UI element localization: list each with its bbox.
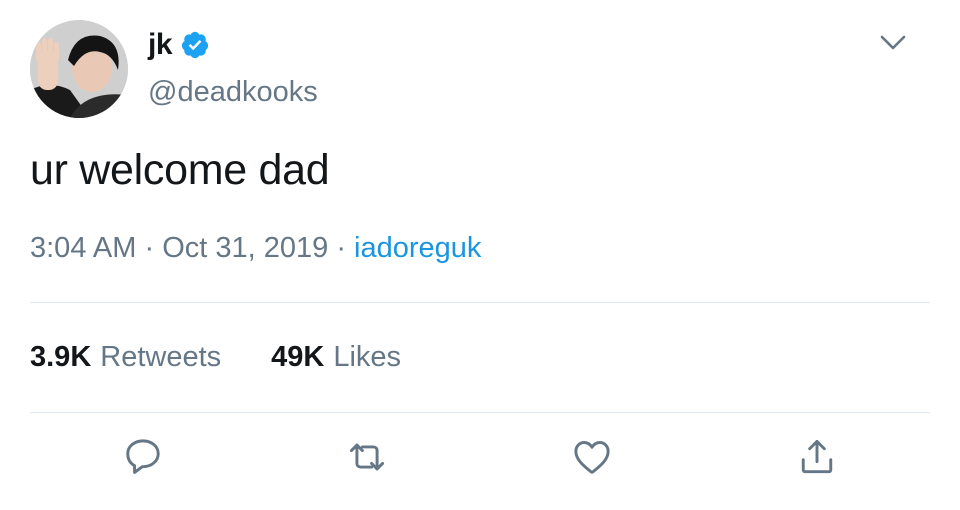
share-button[interactable] [794, 434, 840, 480]
chevron-down-icon [880, 35, 906, 50]
tweet-stats: 3.9K Retweets 49K Likes [30, 341, 401, 374]
tweet-metadata: 3:04 AM · Oct 31, 2019 · iadoreguk [30, 232, 481, 265]
likes-label: Likes [333, 341, 402, 373]
more-options-button[interactable] [876, 30, 910, 56]
divider [30, 412, 930, 413]
like-button[interactable] [569, 434, 615, 480]
tweet-time[interactable]: 3:04 AM [30, 232, 136, 264]
retweets-label: Retweets [100, 341, 222, 373]
divider [30, 302, 930, 303]
meta-separator: · [144, 232, 163, 264]
name-row: jk [148, 28, 210, 62]
retweets-count: 3.9K [30, 341, 92, 373]
profile-photo-icon [30, 20, 128, 118]
reply-button[interactable] [120, 434, 166, 480]
likes-count: 49K [271, 341, 325, 373]
retweet-icon [349, 443, 385, 471]
tweet-source-link[interactable]: iadoreguk [354, 232, 481, 264]
heart-icon [574, 441, 610, 474]
user-handle[interactable]: @deadkooks [148, 76, 318, 109]
speech-bubble-icon [126, 439, 160, 474]
retweet-button[interactable] [344, 434, 390, 480]
display-name[interactable]: jk [148, 28, 173, 62]
share-icon [801, 439, 833, 474]
tweet-card: jk @deadkooks ur welcome dad 3:04 AM · O… [0, 0, 960, 510]
meta-separator: · [336, 232, 355, 264]
tweet-text: ur welcome dad [30, 146, 330, 194]
verified-badge-icon [181, 31, 209, 59]
retweets-stat[interactable]: 3.9K Retweets [30, 341, 221, 374]
avatar[interactable] [30, 20, 128, 118]
tweet-date[interactable]: Oct 31, 2019 [162, 232, 328, 264]
likes-stat[interactable]: 49K Likes [271, 341, 401, 374]
